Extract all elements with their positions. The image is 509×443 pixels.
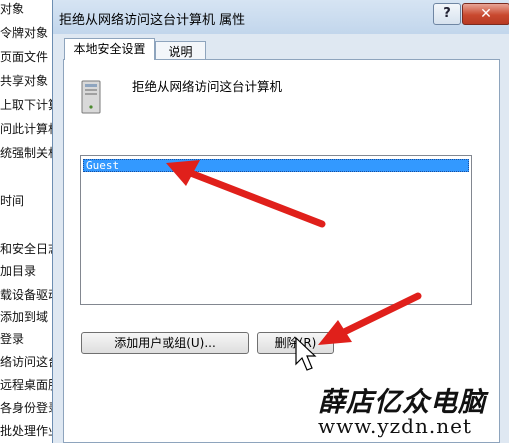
- list-item[interactable]: 时间: [0, 193, 24, 209]
- help-button[interactable]: ?: [433, 3, 461, 25]
- list-item[interactable]: 加目录: [0, 263, 36, 279]
- user-list[interactable]: Guest: [80, 155, 472, 305]
- list-item[interactable]: 载设备驱动: [0, 287, 58, 303]
- list-item[interactable]: 共享对象: [0, 73, 48, 89]
- list-item[interactable]: 问此计算机: [0, 121, 58, 137]
- background-policy-list: 对象 令牌对象 页面文件 共享对象 上取下计算 问此计算机 统强制关机 时间 和…: [0, 0, 58, 443]
- remove-button[interactable]: 删除(R): [257, 332, 334, 354]
- close-icon: ✕: [480, 6, 492, 22]
- add-user-or-group-button[interactable]: 添加用户或组(U)...: [81, 332, 249, 354]
- list-item[interactable]: 添加到域: [0, 309, 48, 325]
- dialog-title: 拒绝从网络访问这台计算机 属性: [59, 13, 246, 28]
- tab-explain[interactable]: 说明: [155, 41, 206, 61]
- close-button[interactable]: ✕: [462, 3, 509, 25]
- list-item[interactable]: 对象: [0, 1, 24, 17]
- list-item[interactable]: 批处理作业: [0, 423, 58, 439]
- computer-icon: [81, 80, 101, 114]
- list-item[interactable]: 登录: [0, 331, 24, 347]
- list-item[interactable]: 远程桌面服: [0, 377, 58, 393]
- watermark-url: www.yzdn.net: [318, 414, 472, 438]
- list-item[interactable]: 上取下计算: [0, 97, 58, 113]
- list-item[interactable]: 络访问这台: [0, 354, 58, 370]
- list-item[interactable]: 各身份登录: [0, 400, 58, 416]
- tab-local-security-setting[interactable]: 本地安全设置: [64, 38, 155, 60]
- list-item[interactable]: 令牌对象: [0, 25, 48, 41]
- list-item[interactable]: Guest: [83, 159, 469, 172]
- properties-dialog: 拒绝从网络访问这台计算机 属性 ? ✕ 本地安全设置 说明 拒绝从网络访问这台计…: [52, 0, 509, 443]
- title-bar[interactable]: 拒绝从网络访问这台计算机 属性 ? ✕: [53, 0, 509, 34]
- list-item[interactable]: 页面文件: [0, 49, 48, 65]
- policy-title: 拒绝从网络访问这台计算机: [132, 79, 283, 94]
- list-item[interactable]: 和安全日志: [0, 241, 58, 257]
- list-item[interactable]: 统强制关机: [0, 145, 58, 161]
